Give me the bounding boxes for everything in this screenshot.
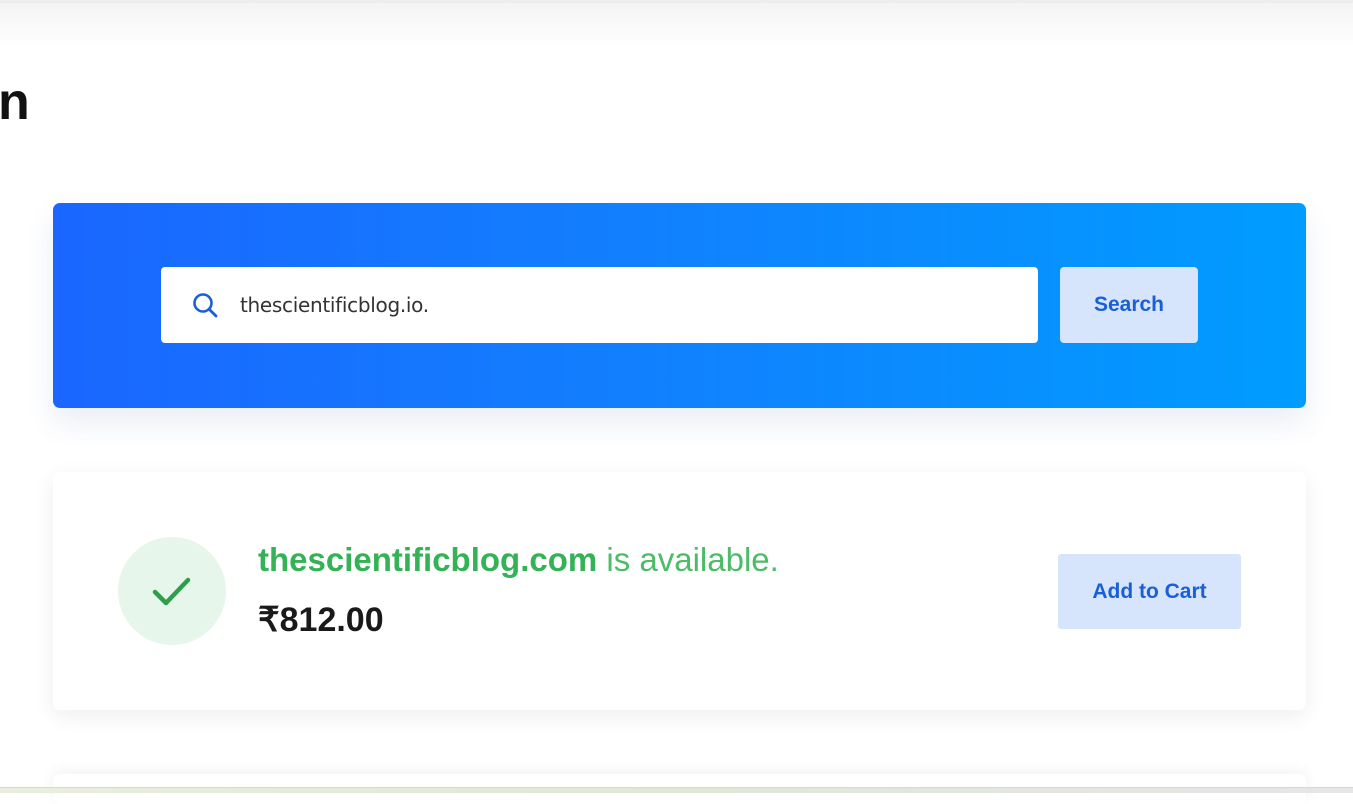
check-icon <box>152 577 191 606</box>
top-bar-shadow <box>0 0 1353 48</box>
result-domain-name: thescientificblog.com <box>258 541 598 578</box>
bottom-edge <box>0 787 1353 793</box>
domain-search-panel: Search <box>53 203 1306 408</box>
domain-result-card: thescientificblog.com is available. ₹812… <box>53 472 1306 710</box>
domain-price: ₹812.00 <box>258 601 384 639</box>
search-button[interactable]: Search <box>1060 267 1198 343</box>
add-to-cart-button[interactable]: Add to Cart <box>1058 554 1241 629</box>
availability-message: thescientificblog.com is available. <box>258 540 779 580</box>
search-box[interactable] <box>161 267 1038 343</box>
page-title: n <box>0 73 30 131</box>
availability-status-text: is available. <box>597 541 779 578</box>
status-circle <box>118 537 226 645</box>
search-icon <box>192 292 218 318</box>
domain-search-input[interactable] <box>240 267 1000 343</box>
